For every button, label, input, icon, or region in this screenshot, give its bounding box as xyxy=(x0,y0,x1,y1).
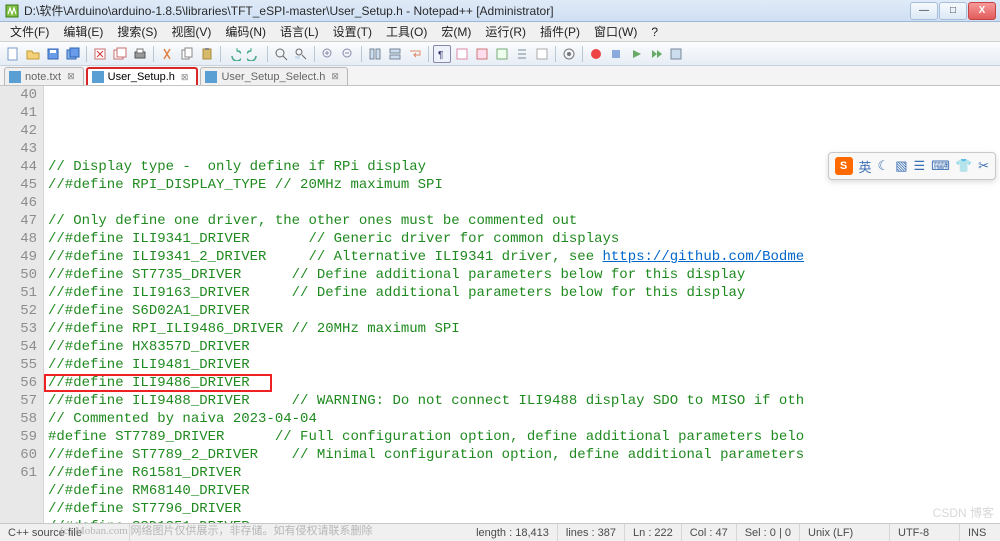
tab-label: User_Setup_Select.h xyxy=(221,71,325,83)
status-eol: Unix (LF) xyxy=(800,524,890,541)
line-number-gutter: 4041424344454647484950515253545556575859… xyxy=(0,86,44,523)
folder-margin-icon[interactable] xyxy=(473,45,491,63)
menu-tools[interactable]: 工具(O) xyxy=(380,22,433,41)
tab-user-setup-select[interactable]: User_Setup_Select.h ⊠ xyxy=(200,67,348,85)
new-file-icon[interactable] xyxy=(4,45,22,63)
open-file-icon[interactable] xyxy=(24,45,42,63)
zoom-in-icon[interactable] xyxy=(319,45,337,63)
menu-view[interactable]: 视图(V) xyxy=(165,22,217,41)
find-icon[interactable] xyxy=(272,45,290,63)
window-controls: — □ X xyxy=(910,2,996,20)
toolbar-separator xyxy=(582,46,583,62)
toolbar-separator xyxy=(314,46,315,62)
menu-encoding[interactable]: 编码(N) xyxy=(219,22,272,41)
toolbar-separator xyxy=(86,46,87,62)
tab-note[interactable]: note.txt ⊠ xyxy=(4,67,84,85)
toolbar-separator xyxy=(220,46,221,62)
ime-punct-icon[interactable]: ▧ xyxy=(895,158,907,174)
menu-window[interactable]: 窗口(W) xyxy=(588,22,643,41)
status-encoding: UTF-8 xyxy=(890,524,960,541)
file-icon xyxy=(9,71,21,83)
show-all-chars-icon[interactable]: ¶ xyxy=(433,45,451,63)
tab-close-icon[interactable]: ⊠ xyxy=(67,71,75,82)
tabbar: note.txt ⊠ User_Setup.h ⊠ User_Setup_Sel… xyxy=(0,66,1000,86)
stop-macro-icon[interactable] xyxy=(607,45,625,63)
cut-icon[interactable] xyxy=(158,45,176,63)
file-icon xyxy=(205,71,217,83)
ime-lang-icon[interactable]: 英 xyxy=(859,157,872,176)
undo-icon[interactable] xyxy=(225,45,243,63)
monitor-icon[interactable] xyxy=(560,45,578,63)
ime-tool-icon[interactable]: ✂ xyxy=(978,158,989,174)
doc-map-icon[interactable] xyxy=(493,45,511,63)
status-length: length : 18,413 xyxy=(468,524,558,541)
menu-run[interactable]: 运行(R) xyxy=(479,22,532,41)
print-icon[interactable] xyxy=(131,45,149,63)
toolbar-separator xyxy=(428,46,429,62)
zoom-out-icon[interactable] xyxy=(339,45,357,63)
record-macro-icon[interactable] xyxy=(587,45,605,63)
toolbar-separator xyxy=(555,46,556,62)
toolbar: ¶ xyxy=(0,42,1000,66)
func-list-icon[interactable] xyxy=(513,45,531,63)
copy-icon[interactable] xyxy=(178,45,196,63)
menu-macro[interactable]: 宏(M) xyxy=(435,22,477,41)
tab-label: User_Setup.h xyxy=(108,71,175,83)
replace-icon[interactable] xyxy=(292,45,310,63)
wrap-icon[interactable] xyxy=(406,45,424,63)
menu-search[interactable]: 搜索(S) xyxy=(111,22,163,41)
doc-switcher-icon[interactable] xyxy=(533,45,551,63)
toolbar-separator xyxy=(361,46,362,62)
indent-guide-icon[interactable] xyxy=(453,45,471,63)
ime-menu-icon[interactable]: ☰ xyxy=(913,158,925,174)
toolbar-separator xyxy=(153,46,154,62)
redo-icon[interactable] xyxy=(245,45,263,63)
maximize-button[interactable]: □ xyxy=(939,2,967,20)
tab-close-icon[interactable]: ⊠ xyxy=(331,71,339,82)
close-all-icon[interactable] xyxy=(111,45,129,63)
ime-moon-icon[interactable]: ☾ xyxy=(878,158,890,174)
menu-settings[interactable]: 设置(T) xyxy=(327,22,378,41)
play-macro-icon[interactable] xyxy=(627,45,645,63)
titlebar: D:\软件\Arduino\arduino-1.8.5\libraries\TF… xyxy=(0,0,1000,22)
close-button[interactable]: X xyxy=(968,2,996,20)
ime-brand-icon[interactable]: S xyxy=(835,157,853,175)
minimize-button[interactable]: — xyxy=(910,2,938,20)
status-sel: Sel : 0 | 0 xyxy=(737,524,800,541)
toolbar-separator xyxy=(267,46,268,62)
status-col: Col : 47 xyxy=(682,524,737,541)
paste-icon[interactable] xyxy=(198,45,216,63)
status-ins: INS xyxy=(960,524,1000,541)
close-file-icon[interactable] xyxy=(91,45,109,63)
menu-help[interactable]: ? xyxy=(645,24,664,40)
ime-skin-icon[interactable]: 👕 xyxy=(956,158,972,174)
save-all-icon[interactable] xyxy=(64,45,82,63)
file-icon xyxy=(92,71,104,83)
save-macro-icon[interactable] xyxy=(667,45,685,63)
menu-plugins[interactable]: 插件(P) xyxy=(534,22,586,41)
menu-file[interactable]: 文件(F) xyxy=(4,22,55,41)
ime-keyboard-icon[interactable]: ⌨ xyxy=(931,158,950,174)
status-lines: lines : 387 xyxy=(558,524,625,541)
svg-text:¶: ¶ xyxy=(438,50,443,61)
watermark-text: (c) Moban.com 网络图片仅供展示，非存储。如有侵权请联系删除 xyxy=(60,522,373,538)
tab-label: note.txt xyxy=(25,71,61,83)
tab-close-icon[interactable]: ⊠ xyxy=(181,72,189,83)
status-ln: Ln : 222 xyxy=(625,524,682,541)
save-icon[interactable] xyxy=(44,45,62,63)
menu-language[interactable]: 语言(L) xyxy=(274,22,325,41)
menubar: 文件(F) 编辑(E) 搜索(S) 视图(V) 编码(N) 语言(L) 设置(T… xyxy=(0,22,1000,42)
menu-edit[interactable]: 编辑(E) xyxy=(57,22,109,41)
play-multi-icon[interactable] xyxy=(647,45,665,63)
sync-h-icon[interactable] xyxy=(386,45,404,63)
window-title: D:\软件\Arduino\arduino-1.8.5\libraries\TF… xyxy=(24,2,910,19)
sync-v-icon[interactable] xyxy=(366,45,384,63)
app-icon xyxy=(4,3,20,19)
tab-user-setup[interactable]: User_Setup.h ⊠ xyxy=(86,67,199,85)
ime-toolbar[interactable]: S 英 ☾ ▧ ☰ ⌨ 👕 ✂ xyxy=(828,152,996,180)
